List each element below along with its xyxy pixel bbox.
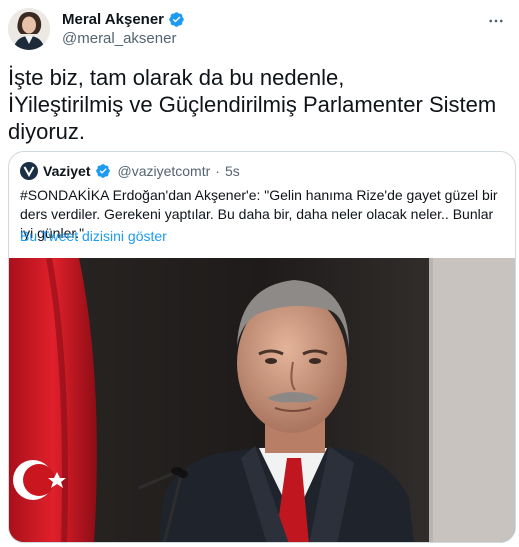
show-thread-link[interactable]: Bu Tweet dizisini göster	[20, 227, 167, 245]
quoted-tweet[interactable]: Vaziyet @vaziyetcomtr · 5s #SONDAKİKA Er…	[8, 151, 516, 543]
quoted-tweet-header: Vaziyet @vaziyetcomtr · 5s	[20, 162, 240, 180]
avatar[interactable]	[8, 8, 50, 50]
quoted-author-name: Vaziyet	[43, 163, 91, 179]
author-name[interactable]: Meral Akşener	[62, 10, 164, 29]
quoted-author-handle: @vaziyetcomtr	[117, 163, 211, 179]
tweet-header: Meral Akşener @meral_aksener	[8, 8, 511, 52]
quoted-avatar	[20, 162, 38, 180]
tweet-text: İşte biz, tam olarak da bu nedenle, İYil…	[8, 65, 497, 144]
author-handle[interactable]: @meral_aksener	[62, 29, 185, 49]
more-options-icon[interactable]	[485, 10, 507, 32]
author-block: Meral Akşener @meral_aksener	[62, 10, 185, 49]
verified-badge-icon	[168, 11, 185, 28]
quoted-tweet-photo[interactable]	[9, 258, 515, 542]
tweet-card: Meral Akşener @meral_aksener İşte biz, t…	[0, 0, 519, 547]
verified-badge-icon	[95, 163, 112, 180]
separator-dot: ·	[215, 163, 220, 179]
quoted-timestamp: 5s	[224, 163, 240, 179]
